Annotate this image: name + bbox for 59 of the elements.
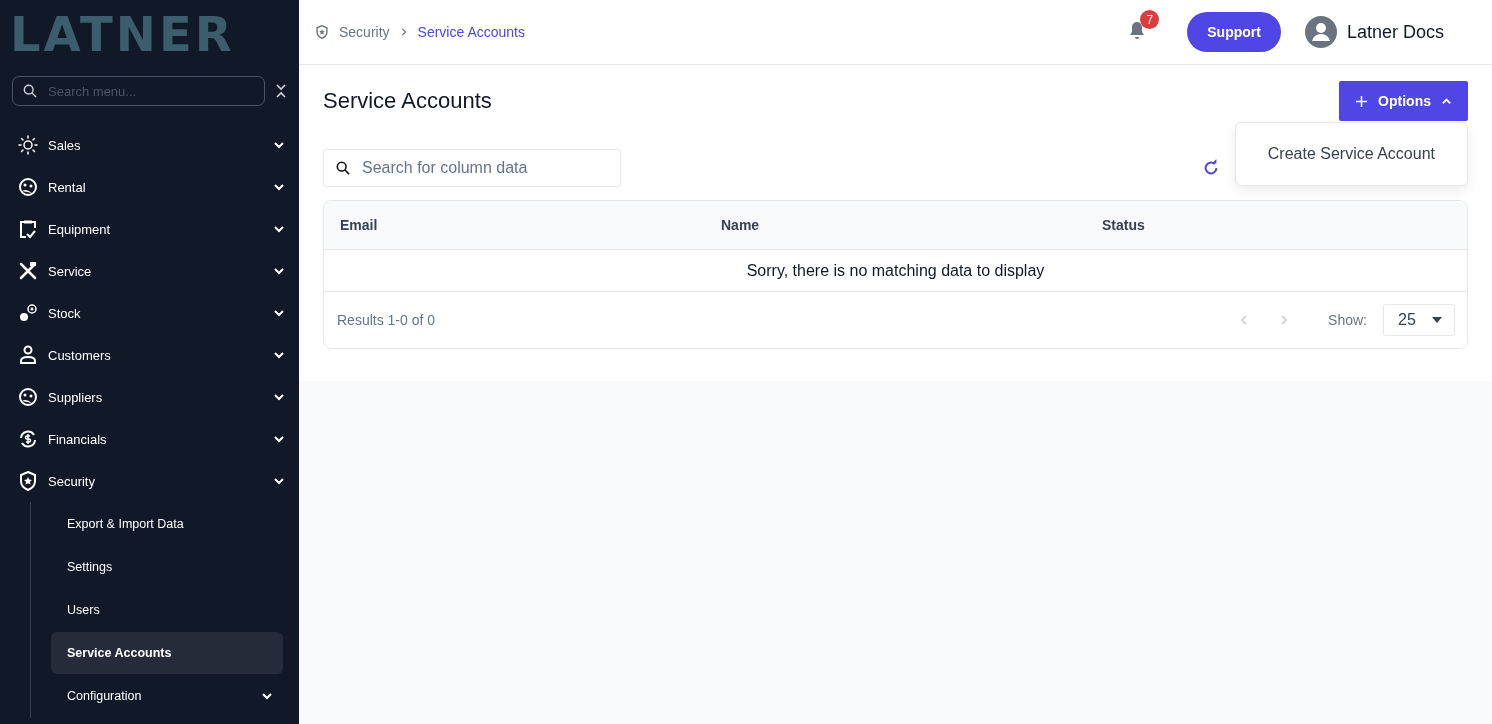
sidebar-item[interactable]: Suppliers xyxy=(0,376,299,418)
clipboard-check-icon xyxy=(18,219,38,239)
chevron-down-icon[interactable] xyxy=(273,391,285,403)
sidebar-subitem[interactable]: Service Accounts xyxy=(51,632,283,674)
logo: LATNER xyxy=(10,6,235,62)
dollar-cycle-icon xyxy=(18,429,38,449)
sidebar-subitem[interactable]: Export & Import Data xyxy=(51,503,283,545)
face-icon xyxy=(18,177,38,197)
plus-icon[interactable] xyxy=(1355,94,1369,108)
sidebar-subitem[interactable]: Settings xyxy=(51,546,283,588)
sidebar-item[interactable]: Financials xyxy=(0,418,299,460)
chevron-down-icon[interactable] xyxy=(273,223,285,235)
chevron-down-icon[interactable] xyxy=(273,181,285,193)
collapse-expand-icon[interactable] xyxy=(275,83,287,99)
menu-search-field[interactable]: Search menu... xyxy=(12,76,265,106)
chevron-down-icon[interactable] xyxy=(273,139,285,151)
show-label: Show: xyxy=(1328,312,1367,328)
chevron-right-icon xyxy=(399,28,408,36)
empty-message: Sorry, there is no matching data to display xyxy=(746,261,1045,280)
refresh-icon[interactable] xyxy=(1202,159,1220,177)
page-size-select[interactable]: 25 xyxy=(1383,304,1455,336)
chevron-down-icon[interactable] xyxy=(273,349,285,361)
sun-icon xyxy=(18,135,38,155)
sidebar-item[interactable]: Customers xyxy=(0,334,299,376)
shield-star-icon xyxy=(315,25,329,39)
sidebar-subitem[interactable]: Configuration xyxy=(51,675,283,717)
tools-icon xyxy=(18,261,38,281)
options-button[interactable]: Options xyxy=(1339,81,1468,121)
sidebar-item[interactable]: Service xyxy=(0,250,299,292)
breadcrumb-link[interactable]: Service Accounts xyxy=(417,24,525,40)
chevron-down-icon[interactable] xyxy=(261,690,273,702)
chevron-down-icon[interactable] xyxy=(273,433,285,445)
user-name[interactable]: Latner Docs xyxy=(1346,21,1444,43)
sidebar-item[interactable]: Equipment xyxy=(0,208,299,250)
avatar-icon[interactable] xyxy=(1304,16,1337,48)
column-header[interactable]: Status xyxy=(1086,217,1467,233)
sidebar-item[interactable]: Sales xyxy=(0,124,299,166)
page-title: Service Accounts xyxy=(323,88,492,114)
chevron-down-icon[interactable] xyxy=(273,475,285,487)
menu-item[interactable]: Create Service Account xyxy=(1267,145,1435,163)
sidebar-item[interactable]: Rental xyxy=(0,166,299,208)
chevron-down-icon[interactable] xyxy=(273,307,285,319)
column-header[interactable]: Name xyxy=(705,217,1086,233)
chevron-down-icon[interactable] xyxy=(273,265,285,277)
chevron-up-icon[interactable] xyxy=(1441,95,1452,107)
breadcrumb-link[interactable]: Security xyxy=(339,24,390,40)
table-search-field[interactable]: Search for column data xyxy=(323,149,621,187)
support-button[interactable]: Support xyxy=(1187,12,1281,52)
face-icon xyxy=(18,387,38,407)
caret-down-icon[interactable] xyxy=(1432,317,1442,323)
sidebar-item[interactable]: Security xyxy=(0,460,299,502)
shield-star-icon xyxy=(18,471,38,491)
search-icon xyxy=(23,84,37,98)
column-header[interactable]: Email xyxy=(324,217,705,233)
user-icon xyxy=(18,345,38,365)
sidebar-subitem[interactable]: Users xyxy=(51,589,283,631)
sidebar-item[interactable]: Stock xyxy=(0,292,299,334)
results-count: Results 1-0 of 0 xyxy=(337,312,437,328)
notification-count: 7 xyxy=(1140,10,1160,29)
